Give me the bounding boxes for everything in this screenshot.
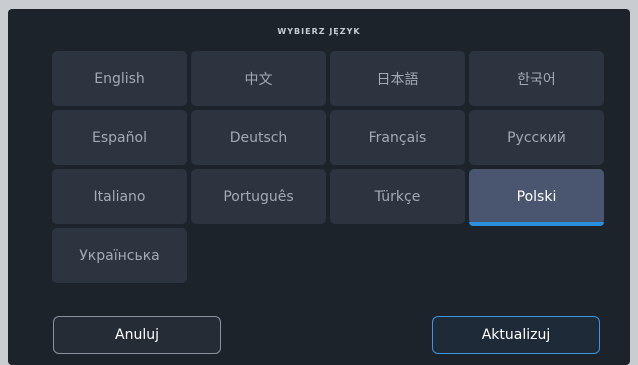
language-dialog: WYBIERZ JĘZYK English 中文 日本語 한국어 Español… — [8, 9, 630, 365]
dialog-title: WYBIERZ JĘZYK — [277, 27, 361, 36]
language-option-ukrainian[interactable]: Українська — [52, 228, 187, 283]
language-option-french[interactable]: Français — [330, 110, 465, 165]
language-option-turkish[interactable]: Türkçe — [330, 169, 465, 224]
update-button[interactable]: Aktualizuj — [432, 316, 600, 354]
language-option-russian[interactable]: Русский — [469, 110, 604, 165]
language-option-italian[interactable]: Italiano — [52, 169, 187, 224]
language-option-japanese[interactable]: 日本語 — [330, 51, 465, 106]
language-option-korean[interactable]: 한국어 — [469, 51, 604, 106]
language-option-polish[interactable]: Polski — [469, 169, 604, 226]
cancel-button[interactable]: Anuluj — [53, 316, 221, 354]
language-grid: English 中文 日本語 한국어 Español Deutsch Franç… — [52, 51, 604, 283]
language-option-chinese[interactable]: 中文 — [191, 51, 326, 106]
language-option-spanish[interactable]: Español — [52, 110, 187, 165]
language-option-portuguese[interactable]: Português — [191, 169, 326, 224]
language-option-german[interactable]: Deutsch — [191, 110, 326, 165]
language-option-english[interactable]: English — [52, 51, 187, 106]
